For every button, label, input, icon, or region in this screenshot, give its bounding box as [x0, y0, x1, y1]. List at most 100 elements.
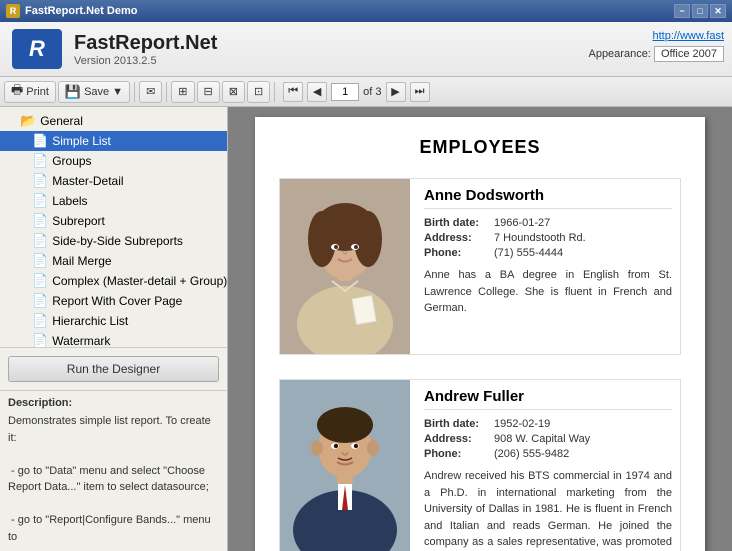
- appearance-label: Appearance:: [588, 48, 650, 60]
- toolbar-btn-6[interactable]: ⊡: [247, 81, 270, 103]
- description-text: Demonstrates simple list report. To crea…: [8, 413, 219, 545]
- print-button[interactable]: 🖶 Print: [4, 81, 56, 103]
- emp-address-row-2: Address: 908 W. Capital Way: [424, 433, 672, 445]
- app-header: R FastReport.Net Version 2013.2.5 http:/…: [0, 22, 732, 77]
- emp-birthdate-row-2: Birth date: 1952-02-19: [424, 418, 672, 430]
- address-label-1: Address:: [424, 232, 494, 244]
- sidebar-item-label: Subreport: [52, 214, 105, 228]
- employee-photo-1: [280, 179, 410, 354]
- report-content: EMPLOYEES: [228, 107, 732, 551]
- window-controls: − □ ✕: [674, 4, 726, 18]
- employee-info-1: Anne Dodsworth Birth date: 1966-01-27 Ad…: [424, 179, 680, 354]
- emp-address-row-1: Address: 7 Houndstooth Rd.: [424, 232, 672, 244]
- employee-name-2: Andrew Fuller: [424, 388, 672, 410]
- employee-record-1: Anne Dodsworth Birth date: 1966-01-27 Ad…: [279, 178, 681, 355]
- app-title: FastReport.Net: [74, 32, 217, 55]
- sidebar-item-complex[interactable]: 📄 Complex (Master-detail + Group): [0, 271, 227, 291]
- toolbar-btn-4[interactable]: ⊟: [197, 81, 220, 103]
- phone-label-1: Phone:: [424, 247, 494, 259]
- sidebar-item-label: Hierarchic List: [52, 314, 128, 328]
- tree-view: 📂 General 📄 Simple List 📄 Groups 📄 Maste…: [0, 107, 227, 347]
- run-button-area: Run the Designer: [0, 347, 227, 390]
- sidebar-item-mail-merge[interactable]: 📄 Mail Merge: [0, 251, 227, 271]
- sidebar-item-master-detail[interactable]: 📄 Master-Detail: [0, 171, 227, 191]
- employee-name-1: Anne Dodsworth: [424, 187, 672, 209]
- sidebar-item-sidebyside[interactable]: 📄 Side-by-Side Subreports: [0, 231, 227, 251]
- icon6: ⊡: [254, 85, 263, 98]
- sidebar-item-watermark[interactable]: 📄 Watermark: [0, 331, 227, 347]
- first-page-button[interactable]: ⏮: [283, 82, 303, 102]
- maximize-button[interactable]: □: [692, 4, 708, 18]
- address-value-1: 7 Houndstooth Rd.: [494, 232, 586, 244]
- phone-value-1: (71) 555-4444: [494, 247, 563, 259]
- doc-icon-5: 📄: [32, 213, 48, 229]
- toolbar-btn-5[interactable]: ⊠: [222, 81, 245, 103]
- main-layout: 📂 General 📄 Simple List 📄 Groups 📄 Maste…: [0, 107, 732, 551]
- employee-bio-1: Anne has a BA degree in English from St.…: [424, 267, 672, 317]
- doc-icon-7: 📄: [32, 253, 48, 269]
- sidebar-item-cover[interactable]: 📄 Report With Cover Page: [0, 291, 227, 311]
- employee-info-2: Andrew Fuller Birth date: 1952-02-19 Add…: [424, 380, 680, 551]
- save-dropdown-icon: ▼: [112, 86, 123, 98]
- next-page-button[interactable]: ▶: [386, 82, 406, 102]
- description-area: Description: Demonstrates simple list re…: [0, 390, 227, 551]
- toolbar-btn-3[interactable]: ⊞: [171, 81, 194, 103]
- address-value-2: 908 W. Capital Way: [494, 433, 590, 445]
- sidebar-item-simple-list[interactable]: 📄 Simple List: [0, 131, 227, 151]
- icon3: ⊞: [178, 85, 187, 98]
- doc-icon-6: 📄: [32, 233, 48, 249]
- close-button[interactable]: ✕: [710, 4, 726, 18]
- save-icon: 💾: [65, 84, 81, 100]
- sidebar-item-hierarchic[interactable]: 📄 Hierarchic List: [0, 311, 227, 331]
- run-designer-button[interactable]: Run the Designer: [8, 356, 219, 382]
- page-navigation: ⏮ ◀ of 3 ▶ ⏭: [283, 82, 429, 102]
- sidebar-item-label: Simple List: [52, 134, 111, 148]
- sidebar-item-general[interactable]: 📂 General: [0, 111, 227, 131]
- folder-open-icon: 📂: [20, 113, 36, 129]
- app-info: FastReport.Net Version 2013.2.5: [74, 32, 217, 67]
- sidebar-item-label: Labels: [52, 194, 87, 208]
- employee-photo-2: [280, 380, 410, 551]
- doc-icon-8: 📄: [32, 273, 48, 289]
- sidebar-item-label: Side-by-Side Subreports: [52, 234, 183, 248]
- page-number-input[interactable]: [331, 83, 359, 101]
- emp-phone-row-1: Phone: (71) 555-4444: [424, 247, 672, 259]
- sidebar-item-label: Report With Cover Page: [52, 294, 182, 308]
- birthdate-value-1: 1966-01-27: [494, 217, 550, 229]
- app-icon: R: [6, 4, 20, 18]
- title-bar-text: FastReport.Net Demo: [25, 5, 137, 17]
- emp-phone-row-2: Phone: (206) 555-9482: [424, 448, 672, 460]
- page-total: of 3: [363, 86, 381, 98]
- employee-bio-2: Andrew received his BTS commercial in 19…: [424, 468, 672, 551]
- sidebar-item-label: Watermark: [52, 334, 110, 347]
- minimize-button[interactable]: −: [674, 4, 690, 18]
- appearance-value[interactable]: Office 2007: [654, 46, 724, 62]
- doc-icon-1: 📄: [32, 133, 48, 149]
- sidebar-item-subreport[interactable]: 📄 Subreport: [0, 211, 227, 231]
- title-bar: R FastReport.Net Demo − □ ✕: [0, 0, 732, 22]
- sidebar-item-label: Mail Merge: [52, 254, 111, 268]
- sidebar-item-labels[interactable]: 📄 Labels: [0, 191, 227, 211]
- app-logo: R: [12, 29, 62, 69]
- prev-page-button[interactable]: ◀: [307, 82, 327, 102]
- sidebar-item-groups[interactable]: 📄 Groups: [0, 151, 227, 171]
- employee-record-2: Andrew Fuller Birth date: 1952-02-19 Add…: [279, 379, 681, 551]
- phone-value-2: (206) 555-9482: [494, 448, 569, 460]
- birthdate-label-2: Birth date:: [424, 418, 494, 430]
- sidebar: 📂 General 📄 Simple List 📄 Groups 📄 Maste…: [0, 107, 228, 551]
- last-page-button[interactable]: ⏭: [410, 82, 430, 102]
- report-title: EMPLOYEES: [279, 137, 681, 158]
- email-icon: ✉: [146, 85, 155, 98]
- email-button[interactable]: ✉: [139, 81, 162, 103]
- birthdate-value-2: 1952-02-19: [494, 418, 550, 430]
- appearance-row: Appearance: Office 2007: [588, 46, 724, 62]
- phone-label-2: Phone:: [424, 448, 494, 460]
- toolbar-separator-2: [166, 82, 167, 102]
- website-link[interactable]: http://www.fast: [588, 30, 724, 42]
- sidebar-general-label: General: [40, 114, 83, 128]
- save-button[interactable]: 💾 Save ▼: [58, 81, 130, 103]
- report-page: EMPLOYEES: [255, 117, 705, 551]
- toolbar-separator-3: [274, 82, 275, 102]
- andrew-photo-svg: [280, 380, 410, 551]
- emp-birthdate-row-1: Birth date: 1966-01-27: [424, 217, 672, 229]
